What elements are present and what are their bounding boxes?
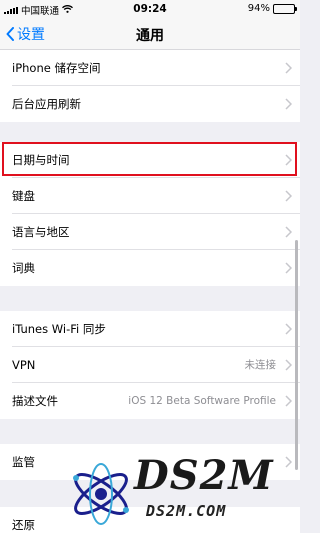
chevron-right-icon (285, 226, 292, 238)
row-label: iTunes Wi-Fi 同步 (12, 322, 106, 336)
status-right: 94% (247, 3, 297, 14)
highlight-box (2, 142, 297, 176)
row-value: iOS 12 Beta Software Profile (128, 395, 276, 407)
row-profile[interactable]: 描述文件 iOS 12 Beta Software Profile (0, 383, 300, 419)
row-itunes-wifi-sync[interactable]: iTunes Wi-Fi 同步 (0, 311, 300, 347)
watermark-subtext: DS2M.COM (146, 502, 227, 520)
navigation-bar: 设置 通用 (0, 18, 300, 50)
chevron-right-icon (285, 62, 292, 74)
watermark-text: DS2M (134, 452, 274, 499)
row-label: 监管 (12, 455, 35, 469)
chevron-right-icon (285, 98, 292, 110)
row-label: 后台应用刷新 (12, 97, 81, 111)
row-background-app-refresh[interactable]: 后台应用刷新 (0, 86, 300, 122)
row-value: 未连接 (244, 359, 277, 371)
row-label: 键盘 (12, 189, 35, 203)
row-label: 还原 (12, 518, 35, 532)
chevron-right-icon (285, 359, 292, 371)
row-keyboard[interactable]: 键盘 (0, 178, 300, 214)
row-label: 语言与地区 (12, 225, 70, 239)
atom-logo-icon (73, 463, 129, 525)
row-vpn[interactable]: VPN 未连接 (0, 347, 300, 383)
row-label: 描述文件 (12, 394, 58, 408)
battery-icon (273, 3, 297, 14)
watermark: DS2M DS2M.COM (66, 452, 300, 533)
row-dictionary[interactable]: 词典 (0, 250, 300, 286)
row-language-region[interactable]: 语言与地区 (0, 214, 300, 250)
scroll-indicator (295, 240, 298, 470)
row-label: iPhone 储存空间 (12, 61, 101, 75)
row-label: VPN (12, 358, 36, 372)
page-title: 通用 (136, 28, 164, 44)
row-label: 词典 (12, 261, 35, 275)
row-iphone-storage[interactable]: iPhone 储存空间 (0, 50, 300, 86)
chevron-right-icon (285, 190, 292, 202)
chevron-right-icon (285, 323, 292, 335)
battery-percent: 94% (247, 3, 270, 14)
chevron-right-icon (285, 262, 292, 274)
chevron-right-icon (285, 395, 292, 407)
status-bar: 中国联通 09:24 94% (0, 0, 300, 18)
